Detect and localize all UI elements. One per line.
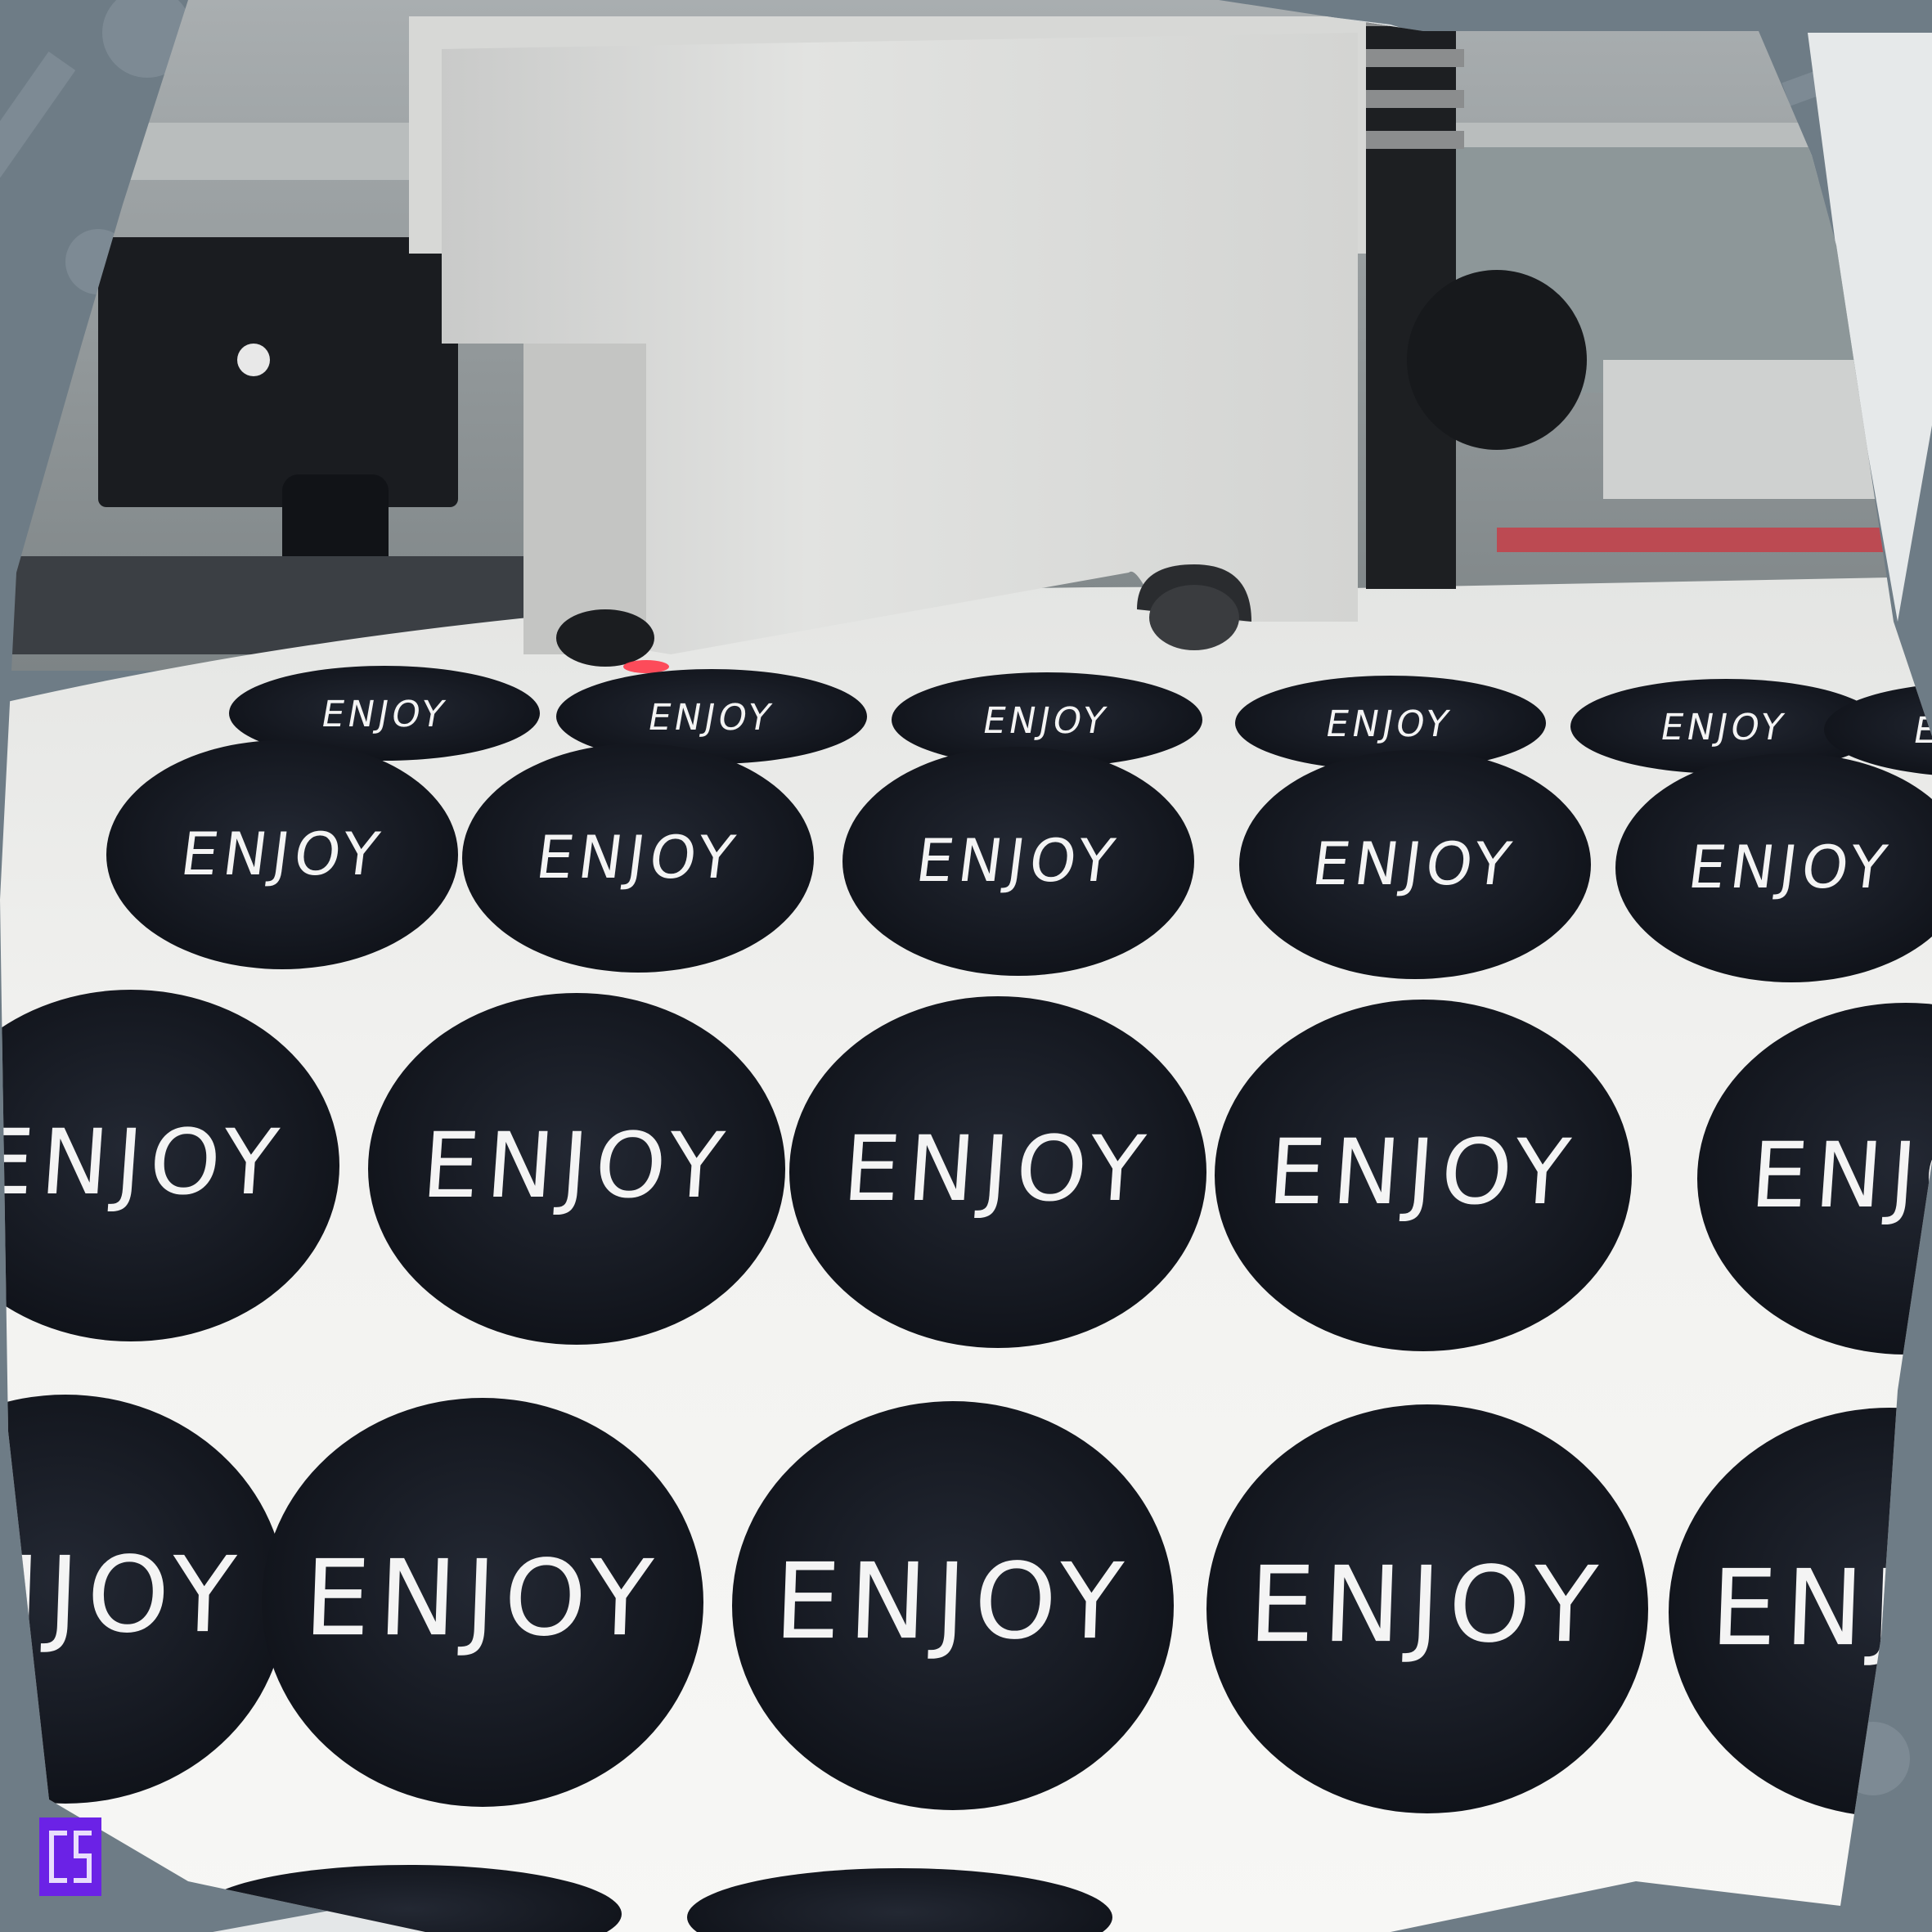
sticker: ENJOY <box>732 1401 1174 1810</box>
sticker-text: ENJOY <box>419 1113 735 1218</box>
sticker-text: ENJOY <box>1747 1123 1932 1228</box>
photo-scene: ENJOY ENJOY ENJOY ENJOY ENJOY ENJOY ENJOY ENJOY… <box>0 0 1932 1932</box>
sticker: ENJOY <box>462 744 814 973</box>
sticker-text: ENJOY <box>645 697 777 739</box>
sticker-text: ENJOY <box>1265 1120 1580 1224</box>
housing-screw <box>237 344 270 376</box>
sticker-text: ENJOY <box>532 824 744 892</box>
brand-logo-icon <box>39 1817 101 1896</box>
sticker: ENJOY <box>368 993 785 1345</box>
sticker: ENJOY <box>842 747 1194 976</box>
sticker-text: ENJOY <box>1323 703 1455 745</box>
sticker-text: ENJOY <box>0 1534 246 1656</box>
laser-pointer <box>623 660 669 673</box>
sticker: ENJOY <box>789 996 1206 1348</box>
sticker: ENJOY <box>262 1398 703 1807</box>
sticker-text: ENJOY <box>979 700 1112 742</box>
sticker-text: ENJOY <box>177 820 388 889</box>
sticker: ENJOY <box>1215 1000 1632 1351</box>
sticker-text: ENJOY <box>840 1117 1156 1221</box>
sticker: ENJOY <box>106 740 458 969</box>
sticker: ENJOY <box>1206 1404 1648 1813</box>
right-device-red-strip <box>1497 528 1889 552</box>
sticker-text: ENJOY <box>1309 830 1520 899</box>
sticker-text: ENJOY <box>0 1110 289 1215</box>
photo: ENJOY ENJOY ENJOY ENJOY ENJOY ENJOY ENJOY ENJOY… <box>0 0 1932 1932</box>
sticker-text: ENJOY <box>912 827 1123 896</box>
sticker: ENJOY <box>1239 750 1591 979</box>
photo-frame: ENJOY ENJOY ENJOY ENJOY ENJOY ENJOY ENJOY ENJOY… <box>0 0 1932 1932</box>
cutter-head <box>409 0 1587 667</box>
sticker-text: ENJOY <box>772 1541 1133 1663</box>
sticker-text: ENJOY <box>1247 1544 1607 1666</box>
sticker-text: ENJOY <box>1684 833 1895 902</box>
left-dark-housing <box>98 237 458 507</box>
sticker-text: ENJOY <box>318 694 451 735</box>
sticker-text: ENJOY <box>302 1538 663 1660</box>
sticker-text: ENJOY <box>1657 707 1790 748</box>
